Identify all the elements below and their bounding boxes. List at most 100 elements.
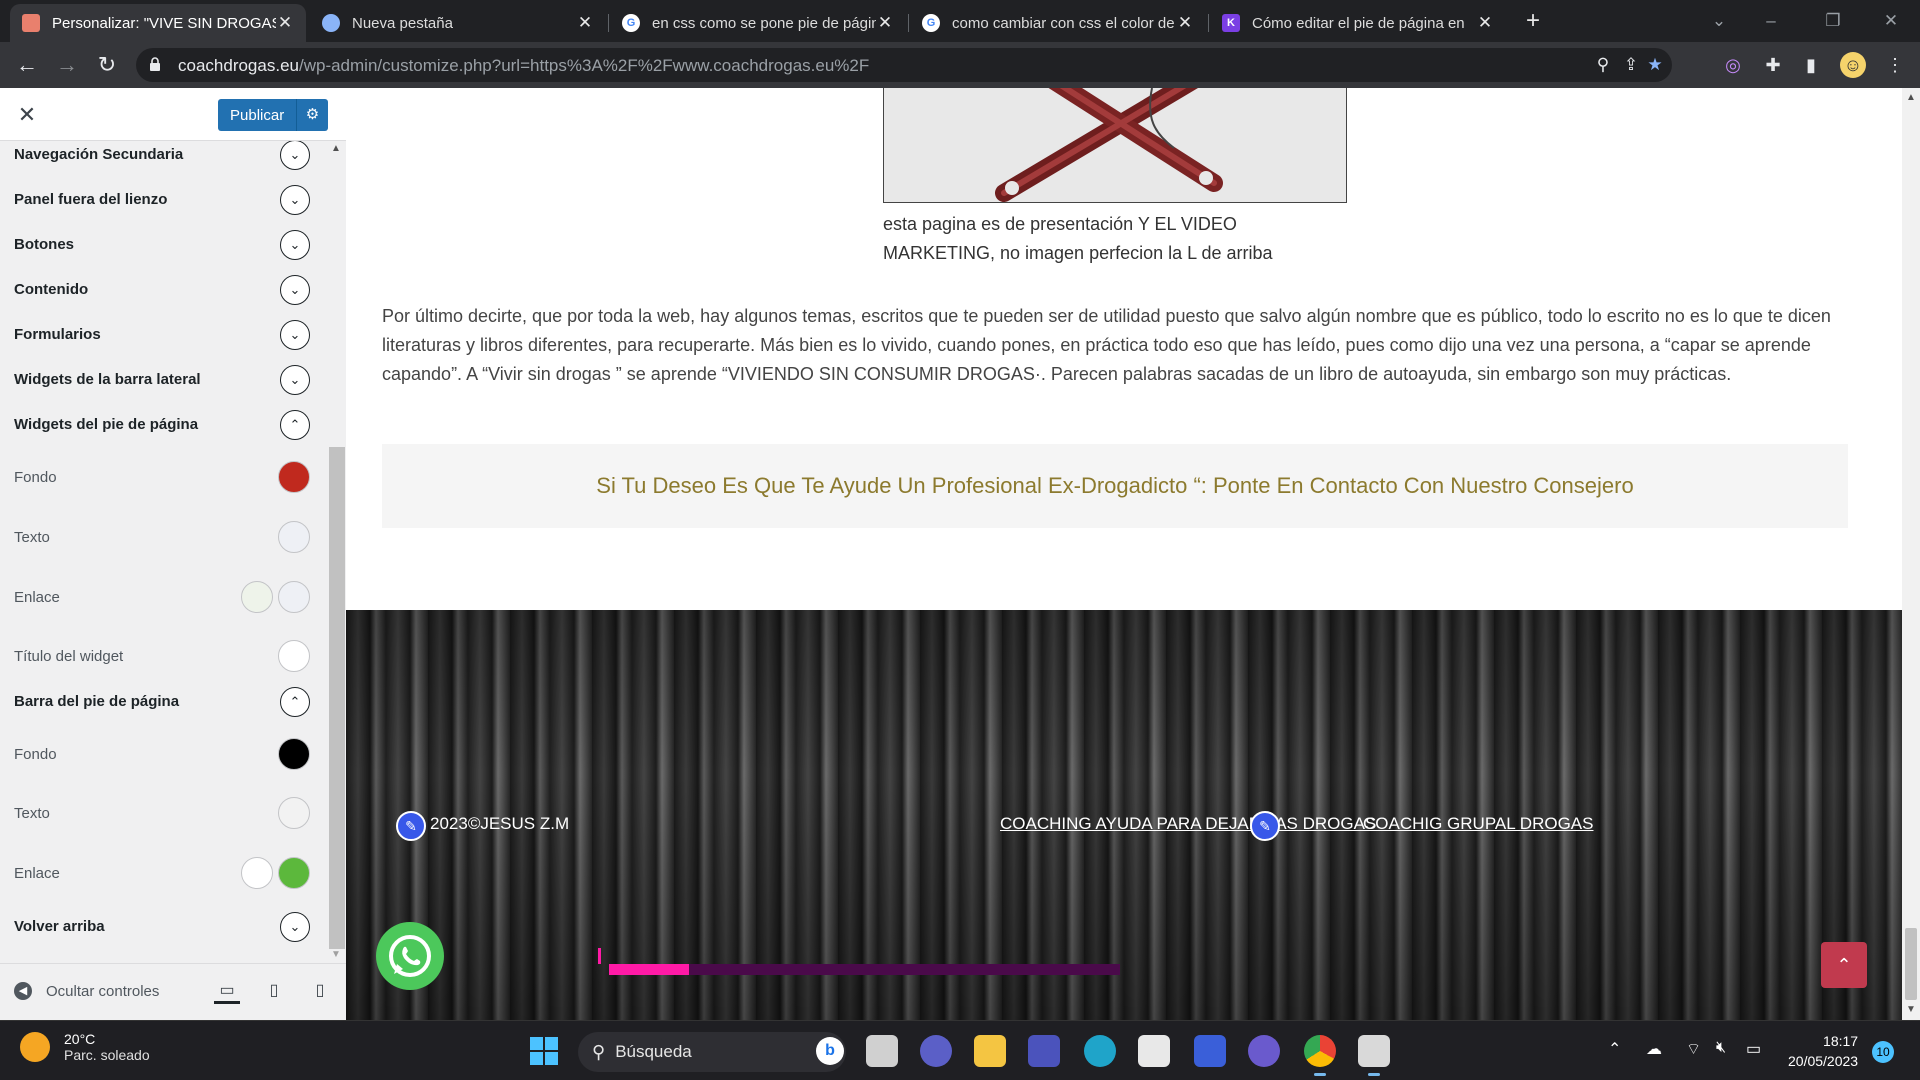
restore-icon[interactable]: ❐ (1818, 6, 1848, 36)
section-barra-pie-de-pagina[interactable]: Barra del pie de página ⌃ (0, 682, 328, 722)
color-swatch[interactable] (278, 521, 310, 553)
notification-badge[interactable]: 10 (1872, 1041, 1894, 1063)
whatsapp-button[interactable] (376, 922, 444, 990)
volume-muted-icon[interactable]: 🔇︎ (1716, 1039, 1726, 1057)
color-swatch[interactable] (278, 797, 310, 829)
new-tab-button[interactable]: + (1520, 8, 1546, 34)
chevron-down-icon[interactable]: ⌄ (280, 185, 310, 215)
contact-cta-link[interactable]: Si Tu Deseo Es Que Te Ayude Un Profesion… (382, 444, 1848, 528)
scroll-up-icon[interactable]: ▲ (331, 143, 341, 154)
close-customizer-icon[interactable]: ✕ (14, 102, 40, 128)
tab-google-search-1[interactable]: G en css como se pone pie de página ✕ (610, 4, 906, 42)
section-navegacion-secundaria[interactable]: Navegación Secundaria ⌄ (0, 141, 328, 175)
bing-icon[interactable]: b (816, 1037, 844, 1065)
close-tab-icon[interactable]: ✕ (276, 13, 294, 33)
sidebar-scrollbar[interactable]: ▲ ▼ (328, 141, 346, 963)
color-swatch[interactable] (241, 581, 273, 613)
taskbar-search[interactable]: ⚲ Búsqueda (578, 1032, 846, 1072)
color-swatch[interactable] (278, 738, 310, 770)
chevron-up-icon[interactable]: ⌃ (1608, 1039, 1621, 1059)
close-tab-icon[interactable]: ✕ (1476, 13, 1494, 33)
tab-editar-pie[interactable]: K Cómo editar el pie de página en ✕ (1210, 4, 1506, 42)
bookmark-star-icon[interactable]: ★ (1644, 54, 1666, 76)
back-icon[interactable]: ← (12, 50, 42, 80)
color-swatch[interactable] (278, 461, 310, 493)
chevron-down-icon[interactable]: ⌄ (280, 230, 310, 260)
side-panel-icon[interactable]: ▮ (1798, 52, 1824, 78)
menu-kebab-icon[interactable]: ⋮ (1882, 52, 1908, 78)
extension-lens-icon[interactable]: ◎ (1720, 52, 1746, 78)
tab-nueva-pestana[interactable]: Nueva pestaña ✕ (310, 4, 606, 42)
section-volver-arriba[interactable]: Volver arriba ⌄ (0, 907, 328, 947)
tab-personalizar[interactable]: Personalizar: "VIVE SIN DROGAS" ✕ (10, 4, 306, 42)
chevron-down-icon[interactable]: ⌄ (280, 141, 310, 170)
scroll-down-icon[interactable]: ▼ (331, 949, 341, 960)
back-to-top-button[interactable]: ⌃ (1821, 942, 1867, 988)
task-view-icon[interactable] (866, 1035, 898, 1067)
teams-chat-icon[interactable] (920, 1035, 952, 1067)
chevron-down-icon[interactable]: ⌄ (280, 365, 310, 395)
edit-shortcut-icon[interactable]: ✎ (396, 811, 426, 841)
gear-icon[interactable]: ⚙ (296, 99, 328, 131)
color-swatch[interactable] (278, 857, 310, 889)
scroll-down-icon[interactable]: ▼ (1906, 1004, 1916, 1015)
forward-icon[interactable]: → (52, 50, 82, 80)
tablet-preview-icon[interactable]: ▯ (261, 978, 287, 1004)
reload-icon[interactable]: ↻ (92, 50, 122, 80)
section-botones[interactable]: Botones ⌄ (0, 225, 328, 265)
extensions-puzzle-icon[interactable]: ✚ (1760, 52, 1786, 78)
teams-icon[interactable] (1028, 1035, 1060, 1067)
section-formularios[interactable]: Formularios ⌄ (0, 315, 328, 355)
zoom-icon[interactable]: ⚲ (1592, 54, 1614, 76)
tab-google-search-2[interactable]: G como cambiar con css el color de ✕ (910, 4, 1206, 42)
desktop-preview-icon[interactable]: ▭ (214, 978, 240, 1004)
chevron-up-icon[interactable]: ⌃ (280, 410, 310, 440)
onedrive-icon[interactable]: ☁ (1646, 1039, 1662, 1059)
search-icon: ⚲ (592, 1041, 606, 1062)
close-window-icon[interactable]: ✕ (1876, 6, 1906, 36)
chevron-down-icon[interactable]: ⌄ (280, 275, 310, 305)
close-tab-icon[interactable]: ✕ (576, 13, 594, 33)
mobile-preview-icon[interactable]: ▯ (307, 978, 333, 1004)
color-swatch[interactable] (241, 857, 273, 889)
section-widgets-barra-lateral[interactable]: Widgets de la barra lateral ⌄ (0, 360, 328, 400)
share-icon[interactable]: ⇪ (1620, 54, 1642, 76)
edge-icon[interactable] (1084, 1035, 1116, 1067)
store-icon[interactable] (1138, 1035, 1170, 1067)
scroll-up-icon[interactable]: ▲ (1906, 92, 1916, 103)
wifi-icon[interactable]: ⌔ (1686, 1039, 1701, 1059)
windows-start-icon[interactable] (528, 1035, 560, 1067)
close-tab-icon[interactable]: ✕ (876, 13, 894, 33)
footer-link-grupal[interactable]: COACHIG GRUPAL DROGAS (1363, 814, 1593, 834)
scrollbar-thumb[interactable] (329, 447, 345, 949)
profile-avatar-icon[interactable]: ☺ (1840, 52, 1866, 78)
hide-controls-button[interactable]: ◀ Ocultar controles (14, 982, 159, 1000)
clock[interactable]: 18:17 20/05/2023 (1788, 1031, 1858, 1071)
section-label: Volver arriba (14, 918, 105, 935)
file-explorer-icon[interactable] (974, 1035, 1006, 1067)
color-swatch[interactable] (278, 581, 310, 613)
tab-search-icon[interactable]: ⌄ (1704, 6, 1734, 36)
scrollbar-thumb[interactable] (1905, 928, 1917, 1000)
chrome-taskbar-icon[interactable] (1304, 1035, 1336, 1076)
section-contenido[interactable]: Contenido ⌄ (0, 270, 328, 310)
weather-widget[interactable]: 20°C Parc. soleado (20, 1031, 150, 1063)
app-circle-icon[interactable] (1248, 1035, 1280, 1067)
color-swatch[interactable] (278, 640, 310, 672)
option-widgets-titulo: Título del widget (0, 636, 328, 676)
cortana-app-icon[interactable] (1194, 1035, 1226, 1067)
minimize-icon[interactable]: – (1756, 6, 1786, 36)
close-tab-icon[interactable]: ✕ (1176, 13, 1194, 33)
preview-scrollbar[interactable]: ▲ ▼ (1902, 88, 1920, 1020)
chevron-up-icon[interactable]: ⌃ (280, 687, 310, 717)
section-widgets-pie-de-pagina[interactable]: Widgets del pie de página ⌃ (0, 405, 328, 445)
publish-button[interactable]: Publicar ⚙ (218, 99, 328, 131)
footer-link-coaching[interactable]: COACHING AYUDA PARA DEJAR LAS DROGAS (1000, 814, 1376, 834)
battery-icon[interactable]: ▭ (1746, 1039, 1761, 1059)
section-panel-fuera-del-lienzo[interactable]: Panel fuera del lienzo ⌄ (0, 180, 328, 220)
chevron-down-icon[interactable]: ⌄ (280, 912, 310, 942)
edit-shortcut-icon[interactable]: ✎ (1250, 811, 1280, 841)
address-bar[interactable]: coachdrogas.eu/wp-admin/customize.php?ur… (136, 48, 1672, 82)
snipping-tool-icon[interactable] (1358, 1035, 1390, 1076)
chevron-down-icon[interactable]: ⌄ (280, 320, 310, 350)
